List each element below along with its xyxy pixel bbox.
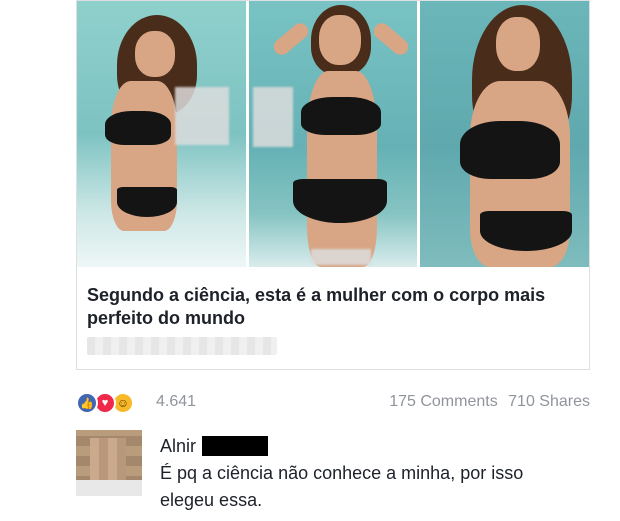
reaction-icons[interactable]: 👍 ♥ ☺ [76, 392, 150, 414]
post-image[interactable] [77, 1, 590, 267]
comments-count[interactable]: 175 Comments [389, 393, 498, 410]
like-icon[interactable]: 👍 [76, 392, 98, 414]
link-source-redacted [87, 337, 277, 355]
reactions-bar: 👍 ♥ ☺ 4.641 175 Comments 710 Shares [76, 388, 590, 416]
comment-text: É pq a ciência não conhece a minha, por … [160, 463, 524, 510]
comment: Alnir É pq a ciência não conhece a minha… [76, 430, 590, 510]
comment-author[interactable]: Alnir [160, 436, 196, 457]
photo-center [248, 1, 418, 267]
reaction-count[interactable]: 4.641 [156, 393, 196, 411]
shares-count[interactable]: 710 Shares [508, 393, 590, 410]
shared-link-card[interactable]: Segundo a ciência, esta é a mulher com o… [76, 0, 590, 370]
post-stats: 175 Comments 710 Shares [383, 393, 590, 411]
photo-left [77, 1, 246, 267]
comment-body: Alnir É pq a ciência não conhece a minha… [160, 434, 590, 514]
name-redaction [202, 436, 269, 456]
post-caption[interactable]: Segundo a ciência, esta é a mulher com o… [87, 284, 567, 330]
avatar[interactable] [76, 430, 142, 496]
photo-right [420, 1, 590, 267]
